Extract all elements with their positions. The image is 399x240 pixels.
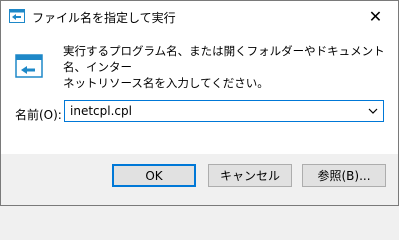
run-command-combobox[interactable]: inetcpl.cpl: [64, 100, 384, 122]
instruction-line-1: 実行するプログラム名、または開くフォルダーやドキュメント名、インター: [63, 44, 385, 74]
button-bar: OK キャンセル 参照(B)...: [1, 154, 398, 205]
close-icon: ✕: [368, 7, 383, 26]
ok-button[interactable]: OK: [112, 164, 196, 187]
window-title: ファイル名を指定して実行: [32, 11, 176, 25]
chevron-down-icon[interactable]: [367, 105, 379, 117]
run-command-input[interactable]: inetcpl.cpl: [70, 104, 132, 118]
cancel-button[interactable]: キャンセル: [208, 164, 292, 187]
instruction-line-2: ネットリソース名を入力してください。: [63, 76, 269, 90]
title-bar: ファイル名を指定して実行 ✕: [1, 1, 398, 32]
dialog-body: 実行するプログラム名、または開くフォルダーやドキュメント名、インター ネットリソ…: [1, 32, 398, 154]
run-app-icon: [9, 9, 25, 23]
instruction-text: 実行するプログラム名、または開くフォルダーやドキュメント名、インター ネットリソ…: [63, 43, 393, 91]
close-button[interactable]: ✕: [353, 1, 398, 32]
name-label: 名前(O):: [15, 108, 62, 122]
run-icon: [15, 54, 43, 78]
run-dialog: ファイル名を指定して実行 ✕ 実行するプログラム名、または開くフォルダーやドキュ…: [0, 0, 399, 206]
browse-button[interactable]: 参照(B)...: [302, 164, 386, 187]
